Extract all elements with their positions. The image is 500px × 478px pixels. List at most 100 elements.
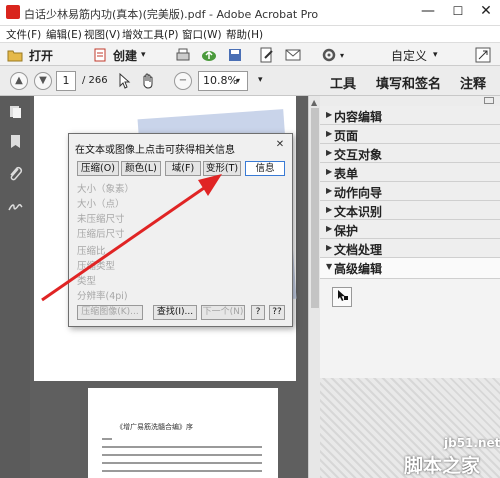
chevron-right-icon: ▶ (326, 167, 333, 176)
email-icon[interactable] (284, 46, 302, 64)
close-button[interactable]: ✕ (472, 0, 500, 24)
edit-document-icon[interactable] (258, 46, 276, 64)
section-document-processing[interactable]: ▶ 文档处理 (320, 239, 500, 258)
dialog-title: 在文本或图像上点击可获得相关信息 (75, 145, 235, 156)
zoom-out-button[interactable]: − (174, 72, 192, 90)
compress-image-button[interactable]: 压缩图像(K)... (77, 305, 143, 320)
info-type: 类型 (77, 276, 97, 287)
tools-panel: ▶ 内容编辑 ▶ 页面 ▶ 交互对象 ▶ 表单 ▶ 动作向导 ▶ 文本识别 ▶ 保护 ▶ 文档处… (320, 96, 500, 478)
previous-page-button[interactable]: ▲ (10, 72, 28, 90)
chevron-down-icon: ▾ (141, 50, 146, 60)
chevron-right-icon: ▶ (326, 148, 333, 157)
page-number-input[interactable]: 1 (56, 71, 76, 91)
scrollbar-thumb[interactable] (311, 108, 319, 308)
watermark-brand: 脚本之家 (404, 455, 481, 477)
info-size-pixels: 大小（象素） (77, 184, 135, 195)
tab-field[interactable]: 域(F) (165, 161, 201, 176)
info-compressed-size: 压缩后尺寸 (77, 229, 125, 240)
page-thumbnails-icon[interactable] (8, 104, 23, 119)
menu-plugins[interactable]: 增效工具(P) (122, 27, 179, 42)
chevron-right-icon: ▶ (326, 243, 333, 252)
tab-info[interactable]: 信息 (245, 161, 285, 176)
page2-heading: 《增广易筋洗髓合编》序 (116, 423, 193, 431)
chevron-right-icon: ▶ (326, 224, 333, 233)
tab-transform[interactable]: 变形(T) (203, 161, 241, 176)
hand-tool-icon[interactable] (140, 73, 156, 89)
open-button[interactable]: 打开 (6, 45, 54, 65)
chevron-down-icon[interactable]: ▾ (236, 76, 240, 85)
minimize-button[interactable]: — (414, 0, 442, 24)
chevron-right-icon: ▶ (326, 110, 333, 119)
customize-dropdown[interactable]: 自定义 ▾ (390, 45, 439, 65)
tab-compress[interactable]: 压缩(O) (77, 161, 119, 176)
close-icon[interactable]: ✕ (274, 139, 286, 151)
print-icon[interactable] (174, 46, 192, 64)
menu-help[interactable]: 帮助(H) (226, 27, 263, 42)
title-bar: 白话少林易筋内功(真本)(完美版).pdf - Adobe Acrobat Pr… (0, 0, 500, 26)
section-interactive-objects[interactable]: ▶ 交互对象 (320, 144, 500, 163)
section-protection[interactable]: ▶ 保护 (320, 220, 500, 239)
folder-icon (7, 50, 23, 62)
info-uncompressed-size: 未压缩尺寸 (77, 214, 125, 225)
menu-bar: 文件(F) 编辑(E) 视图(V) 增效工具(P) 窗口(W) 帮助(H) (0, 26, 500, 42)
chevron-down-icon: ▼ (326, 262, 333, 271)
gear-icon[interactable] (320, 46, 338, 64)
create-pdf-icon (94, 48, 106, 62)
panel-options-icon[interactable] (484, 97, 494, 104)
section-pages[interactable]: ▶ 页面 (320, 125, 500, 144)
menu-window[interactable]: 窗口(W) (182, 27, 222, 42)
create-button[interactable]: 创建 ▾ (92, 45, 147, 65)
tab-color[interactable]: 颜色(L) (121, 161, 161, 176)
info-size-points: 大小（点） (77, 199, 125, 210)
fullscreen-icon[interactable] (474, 46, 492, 64)
bookmark-icon[interactable] (8, 134, 23, 149)
find-button[interactable]: 查找(I)... (153, 305, 197, 320)
section-action-wizard[interactable]: ▶ 动作向导 (320, 182, 500, 201)
help-more-button[interactable]: ?? (269, 305, 285, 320)
cloud-upload-icon[interactable] (200, 46, 218, 64)
chevron-down-icon[interactable]: ▾ (258, 75, 263, 85)
chevron-right-icon: ▶ (326, 129, 333, 138)
menu-edit[interactable]: 编辑(E) (46, 27, 82, 42)
tab-tools[interactable]: 工具 (330, 73, 356, 92)
help-button[interactable]: ? (251, 305, 265, 320)
acrobat-icon (6, 5, 20, 19)
text-line (102, 470, 262, 472)
menu-view[interactable]: 视图(V) (84, 27, 120, 42)
tab-comment[interactable]: 注释 (460, 73, 486, 92)
text-line (102, 462, 262, 464)
main-toolbar: 打开 创建 ▾ ▾ 自定义 ▾ (0, 42, 500, 66)
chevron-right-icon: ▶ (326, 186, 333, 195)
info-compression-type: 压缩类型 (77, 261, 116, 272)
menu-file[interactable]: 文件(F) (6, 27, 41, 42)
tab-fill-sign[interactable]: 填写和签名 (376, 73, 441, 92)
vertical-scrollbar[interactable]: ▲ (308, 96, 320, 478)
window-title: 白话少林易筋内功(真本)(完美版).pdf - Adobe Acrobat Pr… (24, 8, 319, 21)
section-advanced-editing[interactable]: ▼ 高级编辑 (320, 258, 500, 279)
navigation-toolbar: ▲ ▼ 1 / 266 − 10.8% ▾ ▾ 工具 填写和签名 注释 (0, 66, 500, 96)
open-label: 打开 (29, 48, 54, 63)
chevron-right-icon: ▶ (326, 205, 333, 214)
section-content-editing[interactable]: ▶ 内容编辑 (320, 106, 500, 125)
attachment-icon[interactable] (8, 166, 23, 181)
pdf-page-2[interactable]: 《增广易筋洗髓合编》序 (88, 388, 278, 478)
section-text-recognition[interactable]: ▶ 文本识别 (320, 201, 500, 220)
left-navigation-pane (0, 96, 30, 478)
next-button[interactable]: 下一个(N) (201, 305, 245, 320)
scroll-up-icon[interactable]: ▲ (311, 98, 317, 107)
object-info-dialog: 在文本或图像上点击可获得相关信息 ✕ 压缩(O) 颜色(L) 域(F) 变形(T… (68, 133, 293, 327)
chevron-down-icon[interactable]: ▾ (340, 51, 344, 60)
touchup-object-tool-icon[interactable] (332, 287, 352, 307)
select-cursor-icon[interactable] (118, 73, 132, 89)
section-forms[interactable]: ▶ 表单 (320, 163, 500, 182)
page-total: / 266 (82, 75, 108, 86)
zoom-input[interactable]: 10.8% (198, 71, 248, 91)
info-resolution: 分辨率(4pi) (77, 291, 128, 302)
maximize-button[interactable]: ☐ (444, 0, 472, 24)
signature-icon[interactable] (8, 198, 23, 213)
watermark-url: jb51.net (444, 436, 500, 450)
text-line (102, 446, 262, 448)
next-page-button[interactable]: ▼ (34, 72, 52, 90)
save-icon[interactable] (226, 46, 244, 64)
text-line (102, 454, 262, 456)
